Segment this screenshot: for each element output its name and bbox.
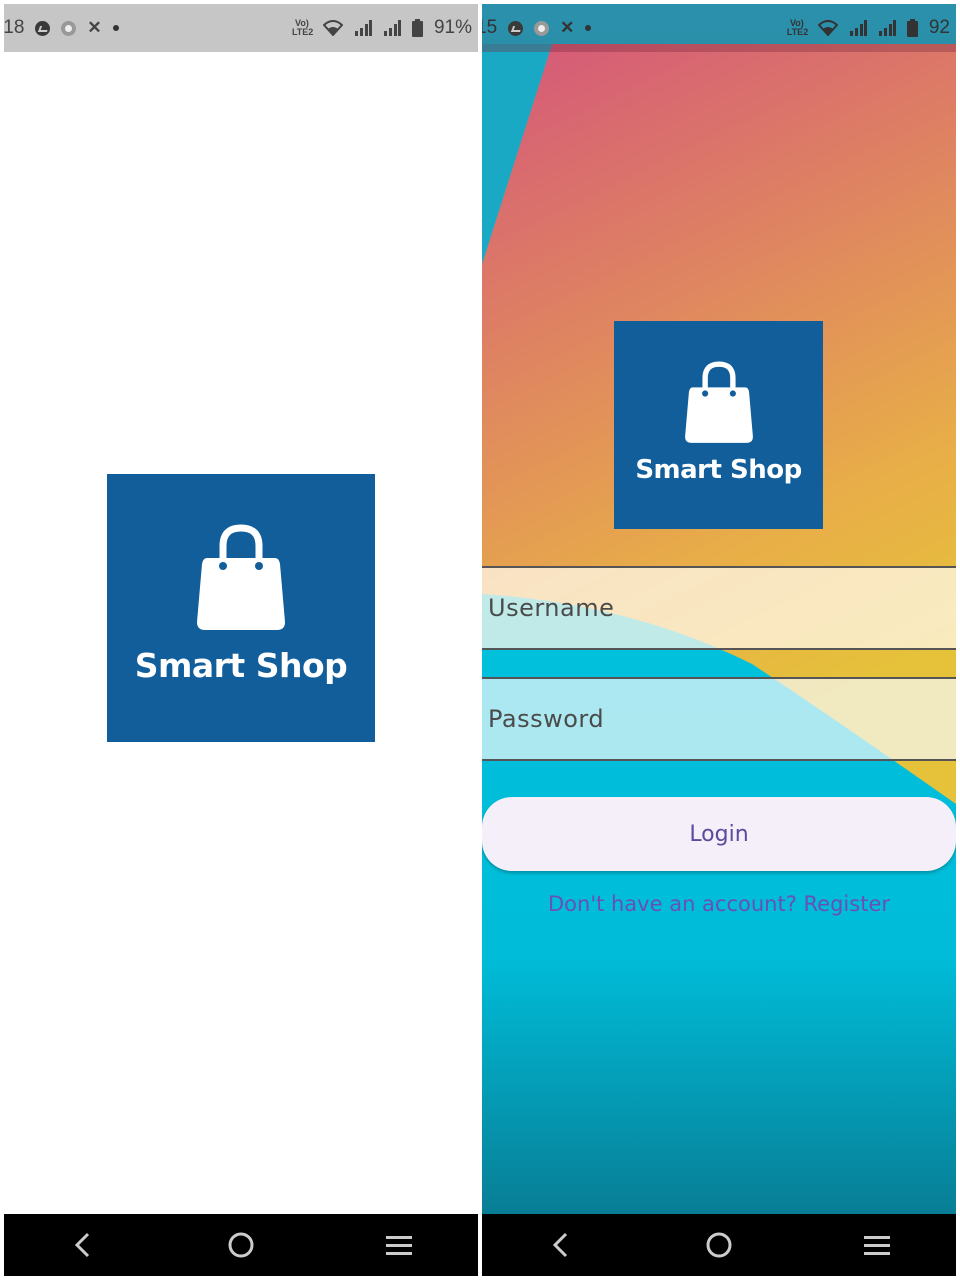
home-icon[interactable] — [219, 1223, 263, 1267]
logo-text: Smart Shop — [635, 455, 802, 485]
battery-icon — [906, 19, 918, 37]
messenger-icon — [508, 20, 524, 36]
signal-icon — [878, 20, 896, 36]
navigation-bar — [482, 1214, 956, 1276]
notification-dot-icon — [585, 25, 592, 31]
status-bar: :18 ✕ Vo) LTE2 91% — [4, 4, 478, 52]
battery-icon — [411, 19, 423, 37]
back-icon[interactable] — [61, 1223, 105, 1267]
back-icon[interactable] — [539, 1223, 583, 1267]
smart-shop-logo: Smart Shop — [614, 321, 823, 529]
signal-icon — [849, 20, 867, 36]
login-screen: 15 ✕ Vo) LTE2 92 — [482, 4, 956, 1276]
recorder-icon — [534, 20, 550, 36]
password-input[interactable]: Password — [482, 677, 956, 761]
splash-screen: :18 ✕ Vo) LTE2 91% — [4, 4, 478, 1276]
status-bar: 15 ✕ Vo) LTE2 92 — [482, 4, 956, 52]
signal-icon — [383, 20, 401, 36]
status-time: 15 — [482, 17, 498, 38]
messenger-icon — [35, 20, 51, 36]
battery-percent: 91% — [433, 17, 472, 38]
username-input[interactable]: Username — [482, 566, 956, 650]
capcut-icon: ✕ — [560, 18, 575, 37]
volte-icon: Vo) LTE2 — [291, 18, 314, 37]
menu-icon[interactable] — [855, 1223, 899, 1267]
signal-icon — [354, 20, 372, 36]
shopping-bag-icon — [684, 361, 753, 443]
username-placeholder: Username — [488, 594, 615, 622]
capcut-icon: ✕ — [87, 18, 102, 37]
recorder-icon — [61, 20, 77, 36]
password-placeholder: Password — [488, 705, 605, 733]
home-icon[interactable] — [697, 1223, 741, 1267]
status-time: :18 — [4, 17, 25, 38]
smart-shop-logo: Smart Shop — [107, 474, 375, 742]
notification-dot-icon — [112, 25, 119, 31]
menu-icon[interactable] — [377, 1223, 421, 1267]
logo-text: Smart Shop — [134, 645, 348, 685]
battery-percent: 92 — [928, 17, 950, 38]
shopping-bag-icon — [197, 523, 285, 630]
wifi-icon — [322, 20, 343, 36]
register-link[interactable]: Don't have an account? Register — [482, 892, 956, 916]
login-button[interactable]: Login — [482, 797, 956, 871]
volte-icon: Vo) LTE2 — [786, 18, 809, 37]
navigation-bar — [4, 1214, 478, 1276]
wifi-icon — [817, 20, 838, 36]
login-button-label: Login — [689, 821, 749, 847]
